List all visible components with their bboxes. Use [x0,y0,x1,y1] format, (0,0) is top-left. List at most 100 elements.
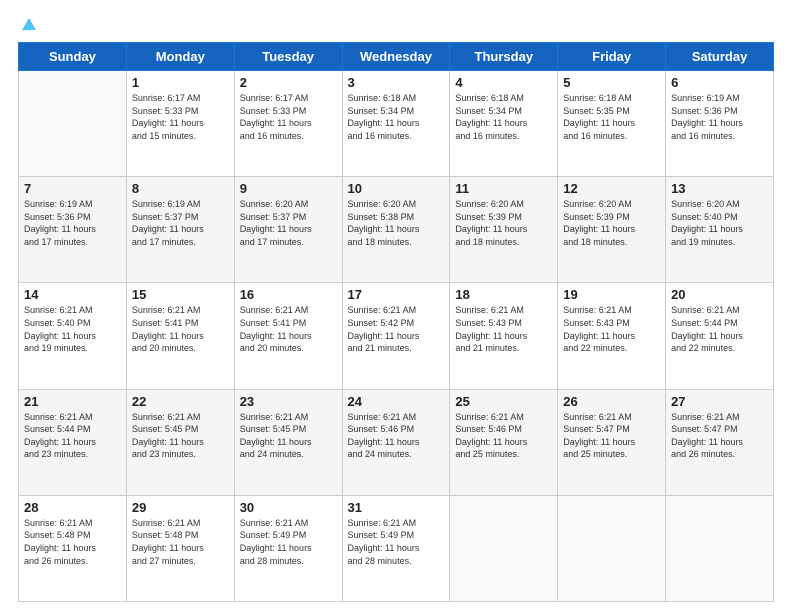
day-number: 9 [240,181,337,196]
calendar-day-29: 29Sunrise: 6:21 AM Sunset: 5:48 PM Dayli… [126,495,234,601]
day-number: 19 [563,287,660,302]
day-info: Sunrise: 6:21 AM Sunset: 5:44 PM Dayligh… [24,411,121,461]
day-info: Sunrise: 6:21 AM Sunset: 5:45 PM Dayligh… [132,411,229,461]
calendar-week-row: 14 Sunrise: 6:21 AM Sunset: 5:40 PM Dayli… [19,283,774,389]
calendar-day-25: 25 Sunrise: 6:21 AM Sunset: 5:46 PM Dayli… [450,389,558,495]
day-info: Sunrise: 6:18 AM Sunset: 5:35 PM Dayligh… [563,92,660,142]
day-number: 27 [671,394,768,409]
calendar-day-20: 20 Sunrise: 6:21 AM Sunset: 5:44 PM Dayli… [666,283,774,389]
day-number: 3 [348,75,445,90]
day-number: 23 [240,394,337,409]
day-info: Sunrise: 6:21 AM Sunset: 5:46 PM Dayligh… [455,411,552,461]
day-number: 16 [240,287,337,302]
page: SundayMondayTuesdayWednesdayThursdayFrid… [0,0,792,612]
day-info: Sunrise: 6:20 AM Sunset: 5:40 PM Dayligh… [671,198,768,248]
weekday-header-sunday: Sunday [19,43,127,71]
calendar-day-31: 31 Sunrise: 6:21 AM Sunset: 5:49 PM Dayli… [342,495,450,601]
calendar-day-24: 24 Sunrise: 6:21 AM Sunset: 5:46 PM Dayli… [342,389,450,495]
weekday-header-thursday: Thursday [450,43,558,71]
calendar-day-21: 21 Sunrise: 6:21 AM Sunset: 5:44 PM Dayli… [19,389,127,495]
calendar-day-15: 15Sunrise: 6:21 AM Sunset: 5:41 PM Dayli… [126,283,234,389]
calendar-day-23: 23 Sunrise: 6:21 AM Sunset: 5:45 PM Dayli… [234,389,342,495]
day-number: 14 [24,287,121,302]
calendar-day-22: 22 Sunrise: 6:21 AM Sunset: 5:45 PM Dayli… [126,389,234,495]
calendar-day-17: 17 Sunrise: 6:21 AM Sunset: 5:42 PM Dayli… [342,283,450,389]
day-info: Sunrise: 6:18 AM Sunset: 5:34 PM Dayligh… [348,92,445,142]
calendar-empty-cell [19,71,127,177]
calendar-day-12: 12 Sunrise: 6:20 AM Sunset: 5:39 PM Dayli… [558,177,666,283]
day-number: 7 [24,181,121,196]
logo [18,18,36,32]
calendar-week-row: 1 Sunrise: 6:17 AM Sunset: 5:33 PM Daylig… [19,71,774,177]
day-info: Sunrise: 6:21 AM Sunset: 5:44 PM Dayligh… [671,304,768,354]
calendar-table: SundayMondayTuesdayWednesdayThursdayFrid… [18,42,774,602]
calendar-empty-cell [450,495,558,601]
calendar-day-4: 4 Sunrise: 6:18 AM Sunset: 5:34 PM Daylig… [450,71,558,177]
weekday-header-monday: Monday [126,43,234,71]
day-info: Sunrise: 6:21 AM Sunset: 5:48 PM Dayligh… [24,517,121,567]
day-info: Sunrise: 6:20 AM Sunset: 5:38 PM Dayligh… [348,198,445,248]
calendar-day-1: 1 Sunrise: 6:17 AM Sunset: 5:33 PM Daylig… [126,71,234,177]
day-info: Sunrise: 6:21 AM Sunset: 5:43 PM Dayligh… [455,304,552,354]
calendar-week-row: 21 Sunrise: 6:21 AM Sunset: 5:44 PM Dayli… [19,389,774,495]
weekday-header-tuesday: Tuesday [234,43,342,71]
day-number: 17 [348,287,445,302]
calendar-empty-cell [666,495,774,601]
day-number: 12 [563,181,660,196]
weekday-header-saturday: Saturday [666,43,774,71]
calendar-day-19: 19 Sunrise: 6:21 AM Sunset: 5:43 PM Dayli… [558,283,666,389]
calendar-day-13: 13 Sunrise: 6:20 AM Sunset: 5:40 PM Dayli… [666,177,774,283]
calendar-day-7: 7Sunrise: 6:19 AM Sunset: 5:36 PM Daylig… [19,177,127,283]
weekday-header-wednesday: Wednesday [342,43,450,71]
day-number: 29 [132,500,229,515]
day-info: Sunrise: 6:21 AM Sunset: 5:43 PM Dayligh… [563,304,660,354]
calendar-week-row: 7Sunrise: 6:19 AM Sunset: 5:36 PM Daylig… [19,177,774,283]
calendar-day-9: 9 Sunrise: 6:20 AM Sunset: 5:37 PM Daylig… [234,177,342,283]
weekday-header-row: SundayMondayTuesdayWednesdayThursdayFrid… [19,43,774,71]
calendar-empty-cell [558,495,666,601]
day-info: Sunrise: 6:21 AM Sunset: 5:46 PM Dayligh… [348,411,445,461]
calendar-week-row: 28 Sunrise: 6:21 AM Sunset: 5:48 PM Dayli… [19,495,774,601]
day-info: Sunrise: 6:20 AM Sunset: 5:37 PM Dayligh… [240,198,337,248]
day-number: 4 [455,75,552,90]
day-info: Sunrise: 6:19 AM Sunset: 5:37 PM Dayligh… [132,198,229,248]
day-number: 20 [671,287,768,302]
day-number: 5 [563,75,660,90]
calendar-day-16: 16Sunrise: 6:21 AM Sunset: 5:41 PM Dayli… [234,283,342,389]
day-number: 31 [348,500,445,515]
day-info: Sunrise: 6:20 AM Sunset: 5:39 PM Dayligh… [563,198,660,248]
day-info: Sunrise: 6:21 AM Sunset: 5:47 PM Dayligh… [563,411,660,461]
day-number: 18 [455,287,552,302]
weekday-header-friday: Friday [558,43,666,71]
day-info: Sunrise: 6:21 AM Sunset: 5:42 PM Dayligh… [348,304,445,354]
calendar-day-27: 27Sunrise: 6:21 AM Sunset: 5:47 PM Dayli… [666,389,774,495]
calendar-day-28: 28 Sunrise: 6:21 AM Sunset: 5:48 PM Dayli… [19,495,127,601]
day-number: 30 [240,500,337,515]
day-info: Sunrise: 6:21 AM Sunset: 5:49 PM Dayligh… [348,517,445,567]
header [18,18,774,32]
day-number: 25 [455,394,552,409]
day-info: Sunrise: 6:18 AM Sunset: 5:34 PM Dayligh… [455,92,552,142]
day-info: Sunrise: 6:17 AM Sunset: 5:33 PM Dayligh… [132,92,229,142]
day-number: 6 [671,75,768,90]
day-number: 21 [24,394,121,409]
day-info: Sunrise: 6:21 AM Sunset: 5:45 PM Dayligh… [240,411,337,461]
day-number: 28 [24,500,121,515]
calendar-day-10: 10 Sunrise: 6:20 AM Sunset: 5:38 PM Dayli… [342,177,450,283]
day-info: Sunrise: 6:17 AM Sunset: 5:33 PM Dayligh… [240,92,337,142]
calendar-day-8: 8Sunrise: 6:19 AM Sunset: 5:37 PM Daylig… [126,177,234,283]
day-number: 13 [671,181,768,196]
day-info: Sunrise: 6:21 AM Sunset: 5:49 PM Dayligh… [240,517,337,567]
day-number: 1 [132,75,229,90]
day-info: Sunrise: 6:21 AM Sunset: 5:40 PM Dayligh… [24,304,121,354]
day-number: 11 [455,181,552,196]
day-number: 2 [240,75,337,90]
calendar-day-2: 2 Sunrise: 6:17 AM Sunset: 5:33 PM Daylig… [234,71,342,177]
calendar-day-6: 6Sunrise: 6:19 AM Sunset: 5:36 PM Daylig… [666,71,774,177]
calendar-day-18: 18 Sunrise: 6:21 AM Sunset: 5:43 PM Dayli… [450,283,558,389]
day-number: 22 [132,394,229,409]
day-number: 24 [348,394,445,409]
calendar-day-26: 26Sunrise: 6:21 AM Sunset: 5:47 PM Dayli… [558,389,666,495]
day-number: 15 [132,287,229,302]
day-number: 10 [348,181,445,196]
